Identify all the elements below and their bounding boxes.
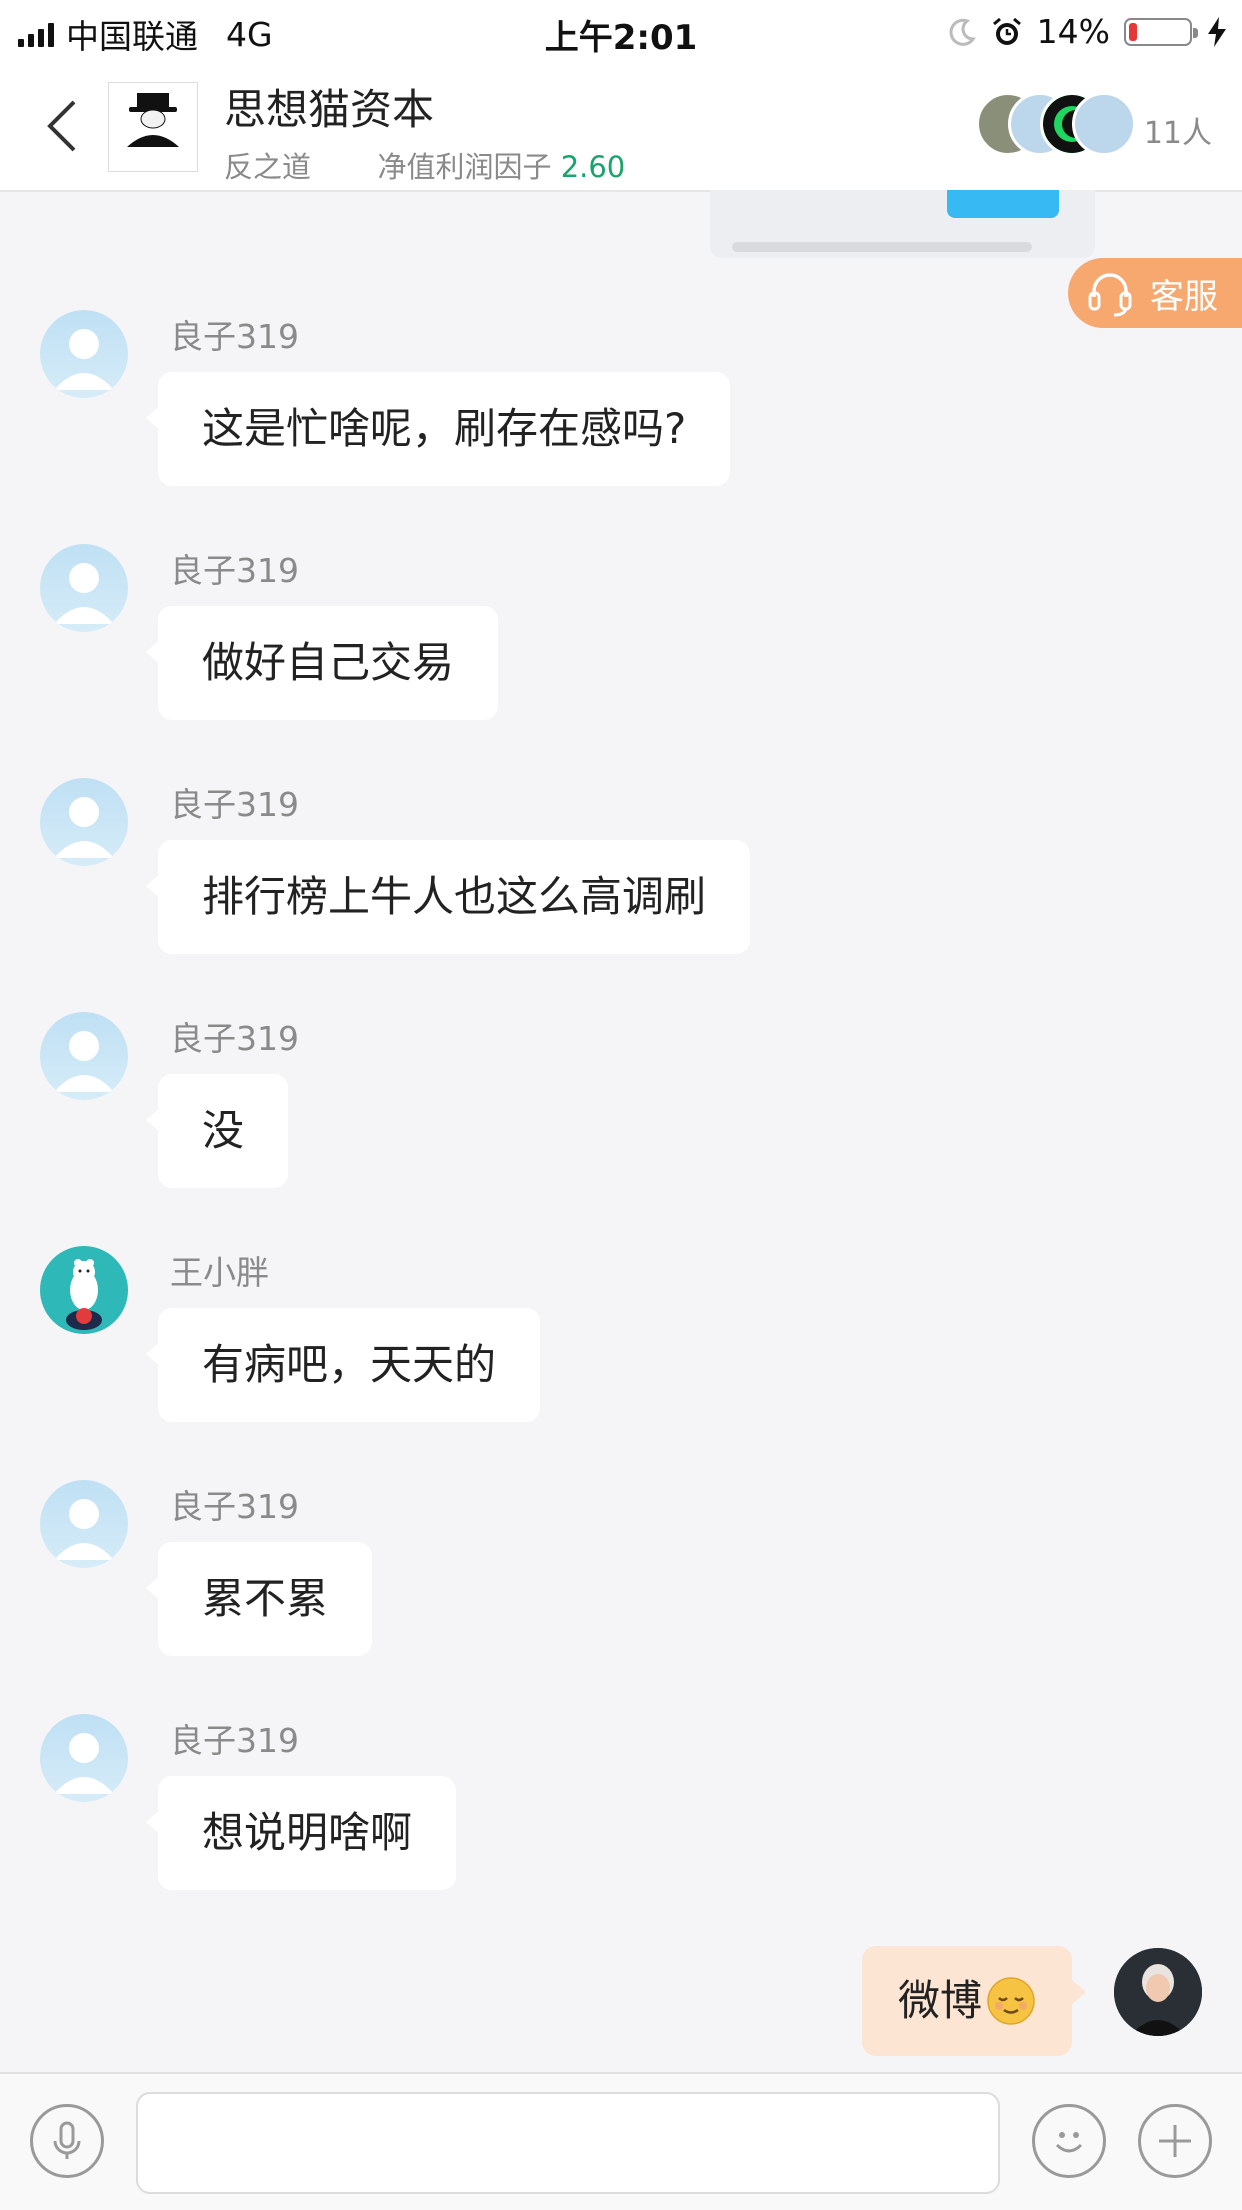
group-title: 思想猫资本 [224,85,435,134]
message-bubble[interactable]: 累不累 [145,1542,373,1656]
battery-fill [1129,22,1137,41]
battery-percent: 14% [1036,12,1110,51]
message-bubble[interactable]: 排行榜上牛人也这么高调刷 [145,840,751,954]
chat-message: 良子319 想说明啥啊 [0,1714,1242,1904]
sender-name: 良子319 [170,1019,299,1058]
emoji-button[interactable] [1032,2104,1106,2178]
sender-name: 良子319 [170,551,299,590]
group-subtitle: 反之道 净值利润因子 2.60 [224,144,625,186]
chat-message: 良子319 累不累 [0,1480,1242,1670]
default-avatar-icon[interactable] [40,1012,128,1100]
own-message-text: 微博 [898,1976,983,2025]
subtitle-value: 2.60 [560,150,626,184]
message-bubble[interactable]: 做好自己交易 [145,606,499,720]
group-logo[interactable] [108,82,198,172]
own-avatar[interactable] [1114,1948,1202,2036]
chevron-left-icon[interactable] [38,96,88,156]
member-avatar [1072,92,1136,156]
plus-icon [1159,2125,1191,2157]
default-avatar-icon[interactable] [40,544,128,632]
hat-figure-icon [109,83,197,171]
message-bubble[interactable]: 有病吧，天天的 [145,1308,541,1422]
message-bubble[interactable]: 想说明啥啊 [145,1776,457,1890]
own-message-bubble[interactable]: 微博 [862,1946,1087,2056]
battery-icon [1124,17,1198,46]
input-bar [0,2072,1242,2210]
subtitle-label: 净值利润因子 [377,150,552,184]
status-bar: 中国联通 4G 上午2:01 14% [0,0,1242,62]
chat-message: 良子319 做好自己交易 [0,544,1242,734]
smiley-icon [1055,2132,1083,2153]
sender-name: 良子319 [170,1721,299,1760]
chat-message: 良子319 没 [0,1012,1242,1202]
alarm-icon [992,17,1021,45]
plus-button[interactable] [1138,2104,1212,2178]
polar-bear-avatar-icon[interactable] [40,1246,128,1334]
chat-message: 王小胖 有病吧，天天的 [0,1246,1242,1436]
microphone-button[interactable] [30,2104,104,2178]
moon-icon [949,18,976,46]
member-count[interactable]: 11人 [1144,108,1212,152]
sender-name: 王小胖 [170,1253,269,1292]
message-input[interactable] [136,2092,1000,2194]
default-avatar-icon[interactable] [40,1480,128,1568]
default-avatar-icon[interactable] [40,310,128,398]
status-right: 14% [947,12,1228,51]
preview-text-line [732,242,1032,252]
member-avatars[interactable] [976,92,1136,162]
microphone-icon [53,2121,81,2159]
message-bubble[interactable]: 没 [145,1074,289,1188]
chat-message: 良子319 这是忙啥呢，刷存在感吗? [0,310,1242,500]
previous-message-preview [710,190,1095,258]
chat-header: 思想猫资本 反之道 净值利润因子 2.60 11人 [0,62,1242,192]
subtitle-left: 反之道 [224,150,312,184]
sender-name: 良子319 [170,1487,299,1526]
message-bubble[interactable]: 这是忙啥呢，刷存在感吗? [145,372,731,486]
relieved-face-emoji-icon [987,1977,1035,2025]
sender-name: 良子319 [170,317,299,356]
sender-name: 良子319 [170,785,299,824]
chat-message: 良子319 排行榜上牛人也这么高调刷 [0,778,1242,968]
default-avatar-icon[interactable] [40,778,128,866]
default-avatar-icon[interactable] [40,1714,128,1802]
preview-blue-bubble [947,190,1059,218]
charging-icon [1208,16,1226,47]
